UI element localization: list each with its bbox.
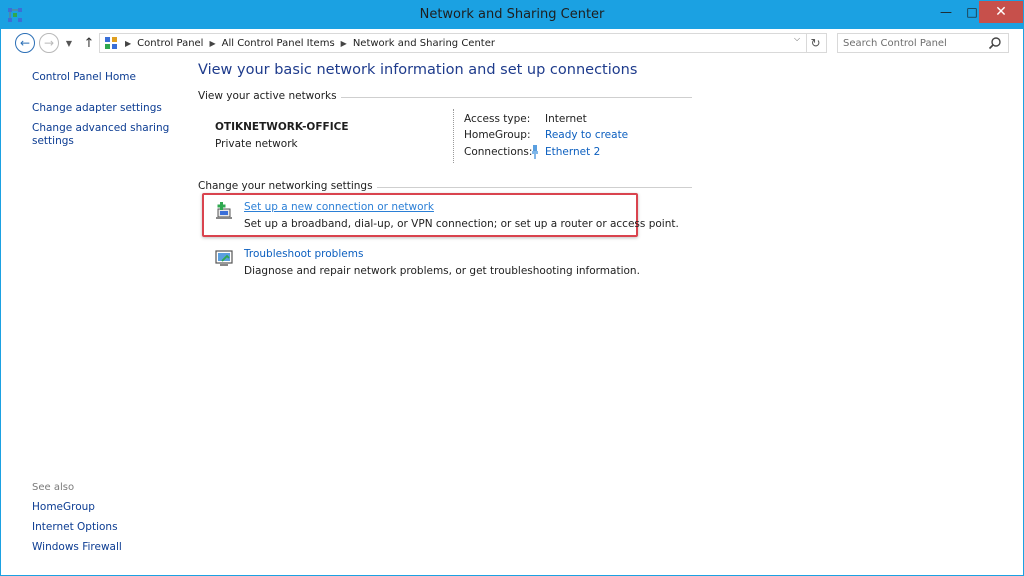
search-icon[interactable] — [988, 36, 1002, 50]
change-advanced-sharing-link[interactable]: Change advanced sharing settings — [32, 122, 182, 148]
see-also-label: See also — [32, 482, 75, 493]
window: Network and Sharing Center — □ ✕ ← → ▼ ↑… — [0, 0, 1024, 576]
windows-firewall-link[interactable]: Windows Firewall — [32, 541, 182, 554]
control-panel-icon — [105, 37, 117, 49]
network-type: Private network — [215, 138, 298, 150]
access-type-value: Internet — [545, 113, 587, 125]
access-type-label: Access type: — [464, 113, 531, 125]
connections-label: Connections: — [464, 146, 533, 158]
active-networks-header: View your active networks — [198, 90, 341, 102]
ethernet-connection-link[interactable]: Ethernet 2 — [545, 146, 600, 158]
control-panel-home-link[interactable]: Control Panel Home — [32, 71, 182, 84]
troubleshoot-problems-description: Diagnose and repair network problems, or… — [244, 265, 640, 277]
network-divider — [453, 109, 454, 163]
breadcrumb-all-items[interactable]: All Control Panel Items — [222, 38, 335, 49]
search-box[interactable] — [837, 33, 1009, 53]
recent-locations-button[interactable]: ▼ — [63, 35, 75, 51]
address-bar[interactable]: ▶ Control Panel ▶ All Control Panel Item… — [99, 33, 807, 53]
address-row: ← → ▼ ↑ ▶ Control Panel ▶ All Control Pa… — [1, 29, 1023, 57]
troubleshoot-icon — [215, 250, 233, 266]
breadcrumb-separator: ▶ — [125, 38, 132, 48]
window-title: Network and Sharing Center — [419, 7, 605, 22]
search-input[interactable] — [838, 34, 984, 52]
address-dropdown-icon[interactable]: ⌵ — [789, 33, 805, 45]
main-content: View your basic network information and … — [198, 57, 1008, 575]
new-connection-icon — [216, 202, 232, 219]
ethernet-icon — [532, 145, 538, 159]
minimize-button[interactable]: — — [933, 1, 959, 23]
homegroup-ready-link[interactable]: Ready to create — [545, 129, 628, 141]
homegroup-label: HomeGroup: — [464, 129, 531, 141]
settings-header: Change your networking settings — [198, 180, 377, 192]
setup-new-connection-description: Set up a broadband, dial-up, or VPN conn… — [244, 218, 679, 230]
internet-options-link[interactable]: Internet Options — [32, 521, 182, 534]
homegroup-link[interactable]: HomeGroup — [32, 501, 182, 514]
up-button[interactable]: ↑ — [81, 34, 97, 52]
highlight-box — [202, 193, 638, 237]
close-button[interactable]: ✕ — [979, 1, 1023, 23]
network-name: OTIKNETWORK-OFFICE — [215, 121, 349, 133]
breadcrumb-separator[interactable]: ▶ — [341, 39, 347, 48]
troubleshoot-problems-link[interactable]: Troubleshoot problems — [244, 248, 363, 260]
forward-button[interactable]: → — [39, 33, 59, 53]
title-bar[interactable]: Network and Sharing Center — □ ✕ — [1, 1, 1023, 29]
setup-new-connection-link[interactable]: Set up a new connection or network — [244, 201, 434, 213]
refresh-button[interactable]: ↻ — [805, 33, 827, 53]
left-pane: Control Panel Home Change adapter settin… — [1, 57, 191, 575]
breadcrumb-network-sharing[interactable]: Network and Sharing Center — [353, 38, 495, 49]
back-button[interactable]: ← — [15, 33, 35, 53]
page-title: View your basic network information and … — [198, 62, 638, 78]
breadcrumb-control-panel[interactable]: Control Panel — [137, 38, 203, 49]
breadcrumb-separator[interactable]: ▶ — [209, 39, 215, 48]
change-adapter-settings-link[interactable]: Change adapter settings — [32, 102, 182, 115]
